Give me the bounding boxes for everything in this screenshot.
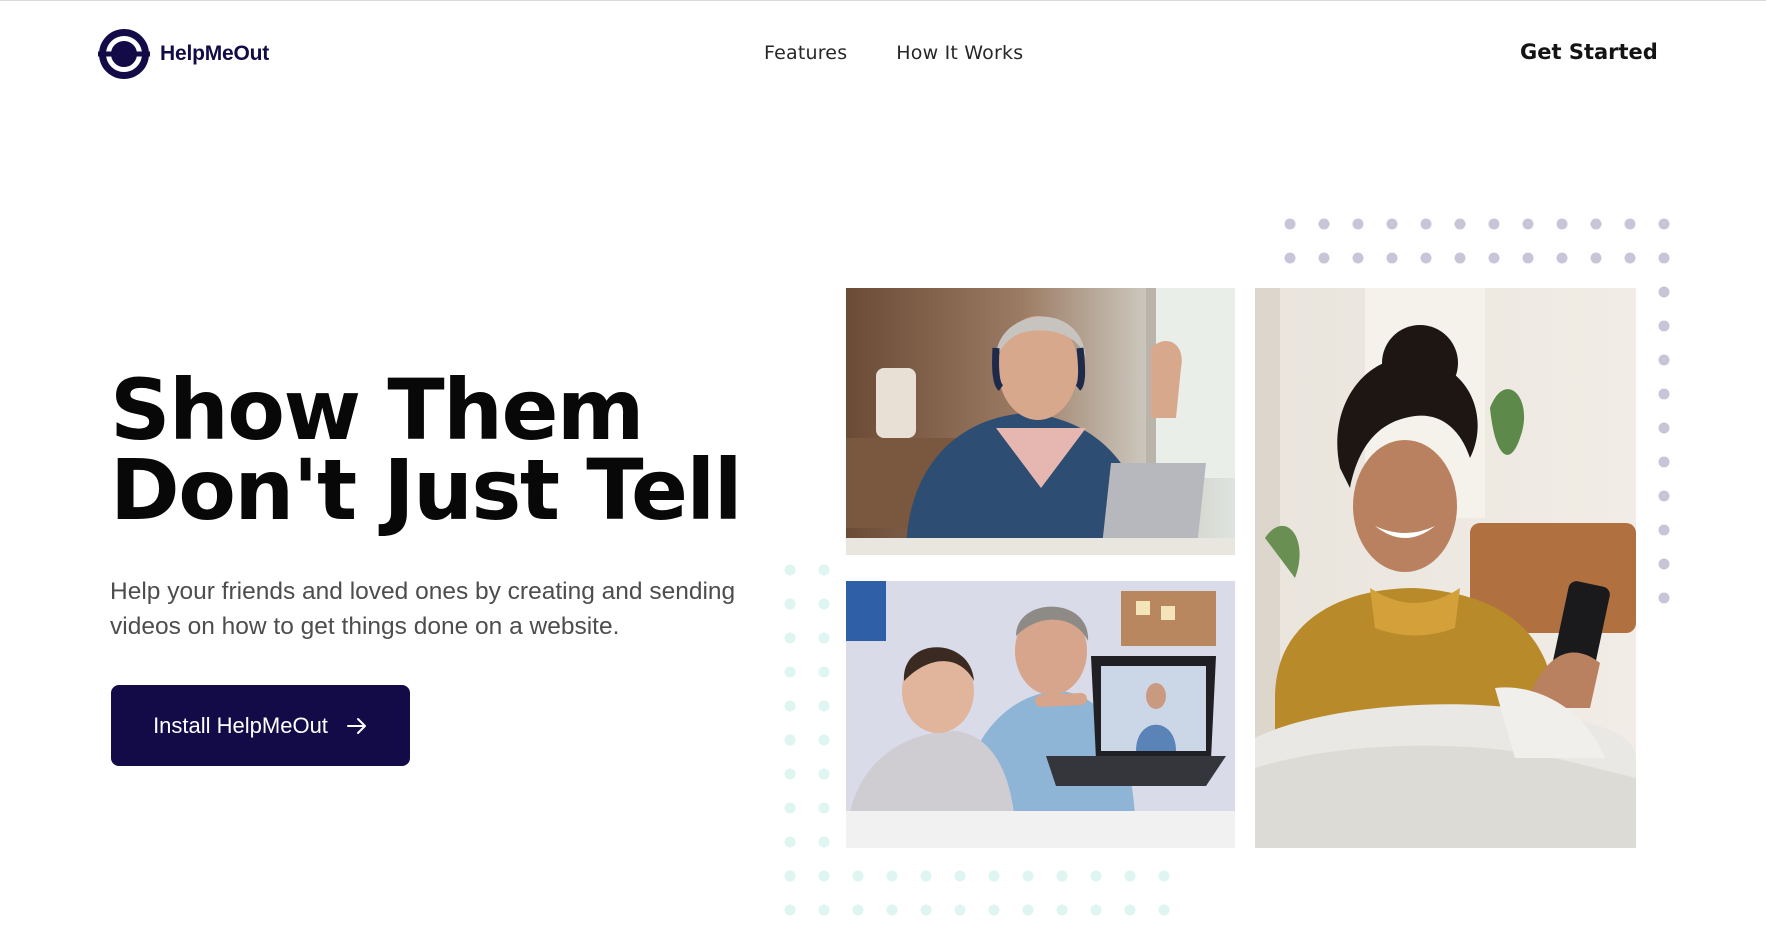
pattern-dot [988, 870, 1000, 882]
pattern-dot [1658, 388, 1670, 400]
pattern-dot [1386, 252, 1398, 264]
pattern-dot [818, 700, 830, 712]
pattern-dot [1658, 490, 1670, 502]
install-button-label: Install HelpMeOut [153, 712, 328, 738]
pattern-dot [1658, 592, 1670, 604]
pattern-dot [1658, 524, 1670, 536]
brand-logo-link[interactable]: HelpMeOut [98, 28, 269, 80]
pattern-dot [1158, 904, 1170, 916]
pattern-dot [784, 836, 796, 848]
pattern-dot [1158, 870, 1170, 882]
pattern-dot [1658, 286, 1670, 298]
pattern-dot [784, 870, 796, 882]
brand-name: HelpMeOut [160, 42, 270, 65]
pattern-dot [920, 870, 932, 882]
pattern-dot [1022, 870, 1034, 882]
pattern-dot [1590, 218, 1602, 230]
pattern-dot [1090, 870, 1102, 882]
pattern-dot [784, 734, 796, 746]
pattern-dot [1420, 218, 1432, 230]
pattern-dot [818, 802, 830, 814]
pattern-dot [1624, 252, 1636, 264]
get-started-link[interactable]: Get Started [1520, 40, 1658, 64]
pattern-dot [1658, 252, 1670, 264]
install-helpmeout-button[interactable]: Install HelpMeOut [111, 685, 410, 766]
pattern-dot [818, 564, 830, 576]
woman-headphones-laptop-photo [846, 288, 1235, 555]
pattern-dot [1658, 456, 1670, 468]
pattern-dot [954, 870, 966, 882]
pattern-dot [1318, 252, 1330, 264]
pattern-dot [852, 904, 864, 916]
pattern-dot [1658, 558, 1670, 570]
nav-link-features[interactable]: Features [764, 42, 847, 64]
hero-title: Show Them Don't Just Tell [110, 361, 810, 539]
pattern-dot [818, 734, 830, 746]
pattern-dot [1658, 354, 1670, 366]
pattern-dot [818, 870, 830, 882]
pattern-dot [1658, 320, 1670, 332]
pattern-dot [1556, 218, 1568, 230]
pattern-dot [1624, 218, 1636, 230]
pattern-dot [784, 564, 796, 576]
pattern-dot [1658, 218, 1670, 230]
pattern-dot [1454, 218, 1466, 230]
hero-subtitle: Help your friends and loved ones by crea… [110, 578, 736, 640]
pattern-dot [1522, 252, 1534, 264]
pattern-dot [1124, 870, 1136, 882]
pattern-dot [1284, 252, 1296, 264]
pattern-dot [818, 666, 830, 678]
pattern-dot [1420, 252, 1432, 264]
pattern-dot [1352, 252, 1364, 264]
pattern-dot [1454, 252, 1466, 264]
pattern-dot [1318, 218, 1330, 230]
pattern-dot [784, 768, 796, 780]
site-header: HelpMeOut Features How It Works Get Star… [0, 0, 1766, 100]
woman-smiling-phone-photo [1255, 288, 1636, 848]
pattern-dot [886, 904, 898, 916]
pattern-dot [784, 598, 796, 610]
pattern-dot [1556, 252, 1568, 264]
pattern-dot [784, 700, 796, 712]
pattern-dot [818, 836, 830, 848]
pattern-dot [1056, 904, 1068, 916]
pattern-dot [920, 904, 932, 916]
pattern-dot [1590, 252, 1602, 264]
pattern-dot [988, 904, 1000, 916]
hero-title-line-1: Show Them [110, 361, 644, 459]
pattern-dot [954, 904, 966, 916]
pattern-dot [1488, 252, 1500, 264]
pattern-dot [1284, 218, 1296, 230]
helpmeout-logo-icon [98, 29, 150, 79]
pattern-dot [1352, 218, 1364, 230]
pattern-dot [784, 632, 796, 644]
pattern-dot [1056, 870, 1068, 882]
pattern-dot [818, 904, 830, 916]
pattern-dot [1488, 218, 1500, 230]
pattern-dot [1386, 218, 1398, 230]
nav-link-how-it-works[interactable]: How It Works [896, 42, 1023, 64]
pattern-dot [1522, 218, 1534, 230]
pattern-dot [1022, 904, 1034, 916]
hero-title-line-2: Don't Just Tell [110, 441, 743, 539]
arrow-right-icon [346, 717, 366, 734]
pattern-dot [818, 768, 830, 780]
boy-and-grandfather-video-call-photo [846, 581, 1235, 848]
pattern-dot [852, 870, 864, 882]
main-nav: Features How It Works [764, 42, 1023, 64]
pattern-dot [784, 666, 796, 678]
pattern-dot [784, 904, 796, 916]
pattern-dot [1090, 904, 1102, 916]
pattern-dot [1658, 422, 1670, 434]
pattern-dot [886, 870, 898, 882]
pattern-dot [818, 632, 830, 644]
pattern-dot [818, 598, 830, 610]
pattern-dot [1124, 904, 1136, 916]
pattern-dot [784, 802, 796, 814]
